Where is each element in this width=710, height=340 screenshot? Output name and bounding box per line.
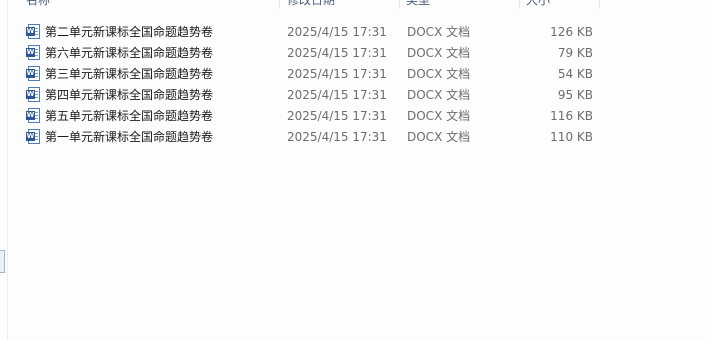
file-row[interactable]: W 第二单元新课标全国命题趋势卷 2025/4/15 17:31 DOCX 文档… (8, 22, 608, 43)
file-row[interactable]: W 第四单元新课标全国命题趋势卷 2025/4/15 17:31 DOCX 文档… (8, 85, 608, 106)
file-name-cell: W 第二单元新课标全国命题趋势卷 (26, 22, 213, 43)
file-modified-date: 2025/4/15 17:31 (287, 25, 387, 39)
file-modified-date: 2025/4/15 17:31 (287, 130, 387, 144)
file-name: 第二单元新课标全国命题趋势卷 (45, 25, 214, 39)
file-size: 79 KB (557, 46, 593, 60)
file-name: 第三单元新课标全国命题趋势卷 (45, 67, 214, 81)
column-header-bar: 名称 修改日期 类型 大小 (8, 0, 710, 9)
column-header-size[interactable]: 大小 (520, 0, 600, 9)
file-size: 116 KB (550, 109, 593, 123)
word-document-icon: W (26, 44, 40, 60)
file-name: 第一单元新课标全国命题趋势卷 (45, 130, 214, 144)
file-modified-date: 2025/4/15 17:31 (287, 67, 387, 81)
word-document-icon: W (26, 86, 40, 102)
word-document-icon: W (26, 128, 40, 144)
file-name: 第五单元新课标全国命题趋势卷 (45, 109, 214, 123)
pane-resize-handle[interactable] (0, 250, 5, 273)
word-badge: W (26, 131, 35, 141)
column-header-type[interactable]: 类型 (400, 0, 520, 9)
word-document-icon: W (26, 107, 40, 123)
file-type: DOCX 文档 (407, 46, 471, 60)
file-name: 第六单元新课标全国命题趋势卷 (45, 46, 214, 60)
file-modified-date: 2025/4/15 17:31 (287, 109, 387, 123)
word-document-icon: W (26, 65, 40, 81)
file-type: DOCX 文档 (407, 88, 471, 102)
file-size: 126 KB (550, 25, 593, 39)
word-badge: W (26, 89, 35, 99)
file-type: DOCX 文档 (407, 109, 471, 123)
file-modified-date: 2025/4/15 17:31 (287, 88, 387, 102)
column-header-name[interactable]: 名称 (8, 0, 280, 9)
file-name-cell: W 第六单元新课标全国命题趋势卷 (26, 43, 213, 64)
file-row[interactable]: W 第五单元新课标全国命题趋势卷 2025/4/15 17:31 DOCX 文档… (8, 106, 608, 127)
file-size: 54 KB (557, 67, 593, 81)
file-row[interactable]: W 第三单元新课标全国命题趋势卷 2025/4/15 17:31 DOCX 文档… (8, 64, 608, 85)
file-row[interactable]: W 第六单元新课标全国命题趋势卷 2025/4/15 17:31 DOCX 文档… (8, 43, 608, 64)
word-badge: W (26, 68, 35, 78)
file-name-cell: W 第四单元新课标全国命题趋势卷 (26, 85, 213, 106)
word-badge: W (26, 110, 35, 120)
file-row[interactable]: W 第一单元新课标全国命题趋势卷 2025/4/15 17:31 DOCX 文档… (8, 127, 608, 148)
file-list: W 第二单元新课标全国命题趋势卷 2025/4/15 17:31 DOCX 文档… (8, 22, 608, 148)
navigation-pane-edge (0, 0, 8, 340)
file-modified-date: 2025/4/15 17:31 (287, 46, 387, 60)
file-size: 95 KB (557, 88, 593, 102)
file-size: 110 KB (550, 130, 593, 144)
file-type: DOCX 文档 (407, 130, 471, 144)
file-type: DOCX 文档 (407, 67, 471, 81)
file-name: 第四单元新课标全国命题趋势卷 (45, 88, 214, 102)
word-document-icon: W (26, 23, 40, 39)
column-header-date[interactable]: 修改日期 (280, 0, 400, 9)
word-badge: W (26, 26, 35, 36)
file-name-cell: W 第三单元新课标全国命题趋势卷 (26, 64, 213, 85)
word-badge: W (26, 47, 35, 57)
file-name-cell: W 第一单元新课标全国命题趋势卷 (26, 127, 213, 148)
file-explorer: 名称 修改日期 类型 大小 W 第二单元新课标全国命题趋势卷 2025/4/15… (0, 0, 710, 340)
file-name-cell: W 第五单元新课标全国命题趋势卷 (26, 106, 213, 127)
file-type: DOCX 文档 (407, 25, 471, 39)
